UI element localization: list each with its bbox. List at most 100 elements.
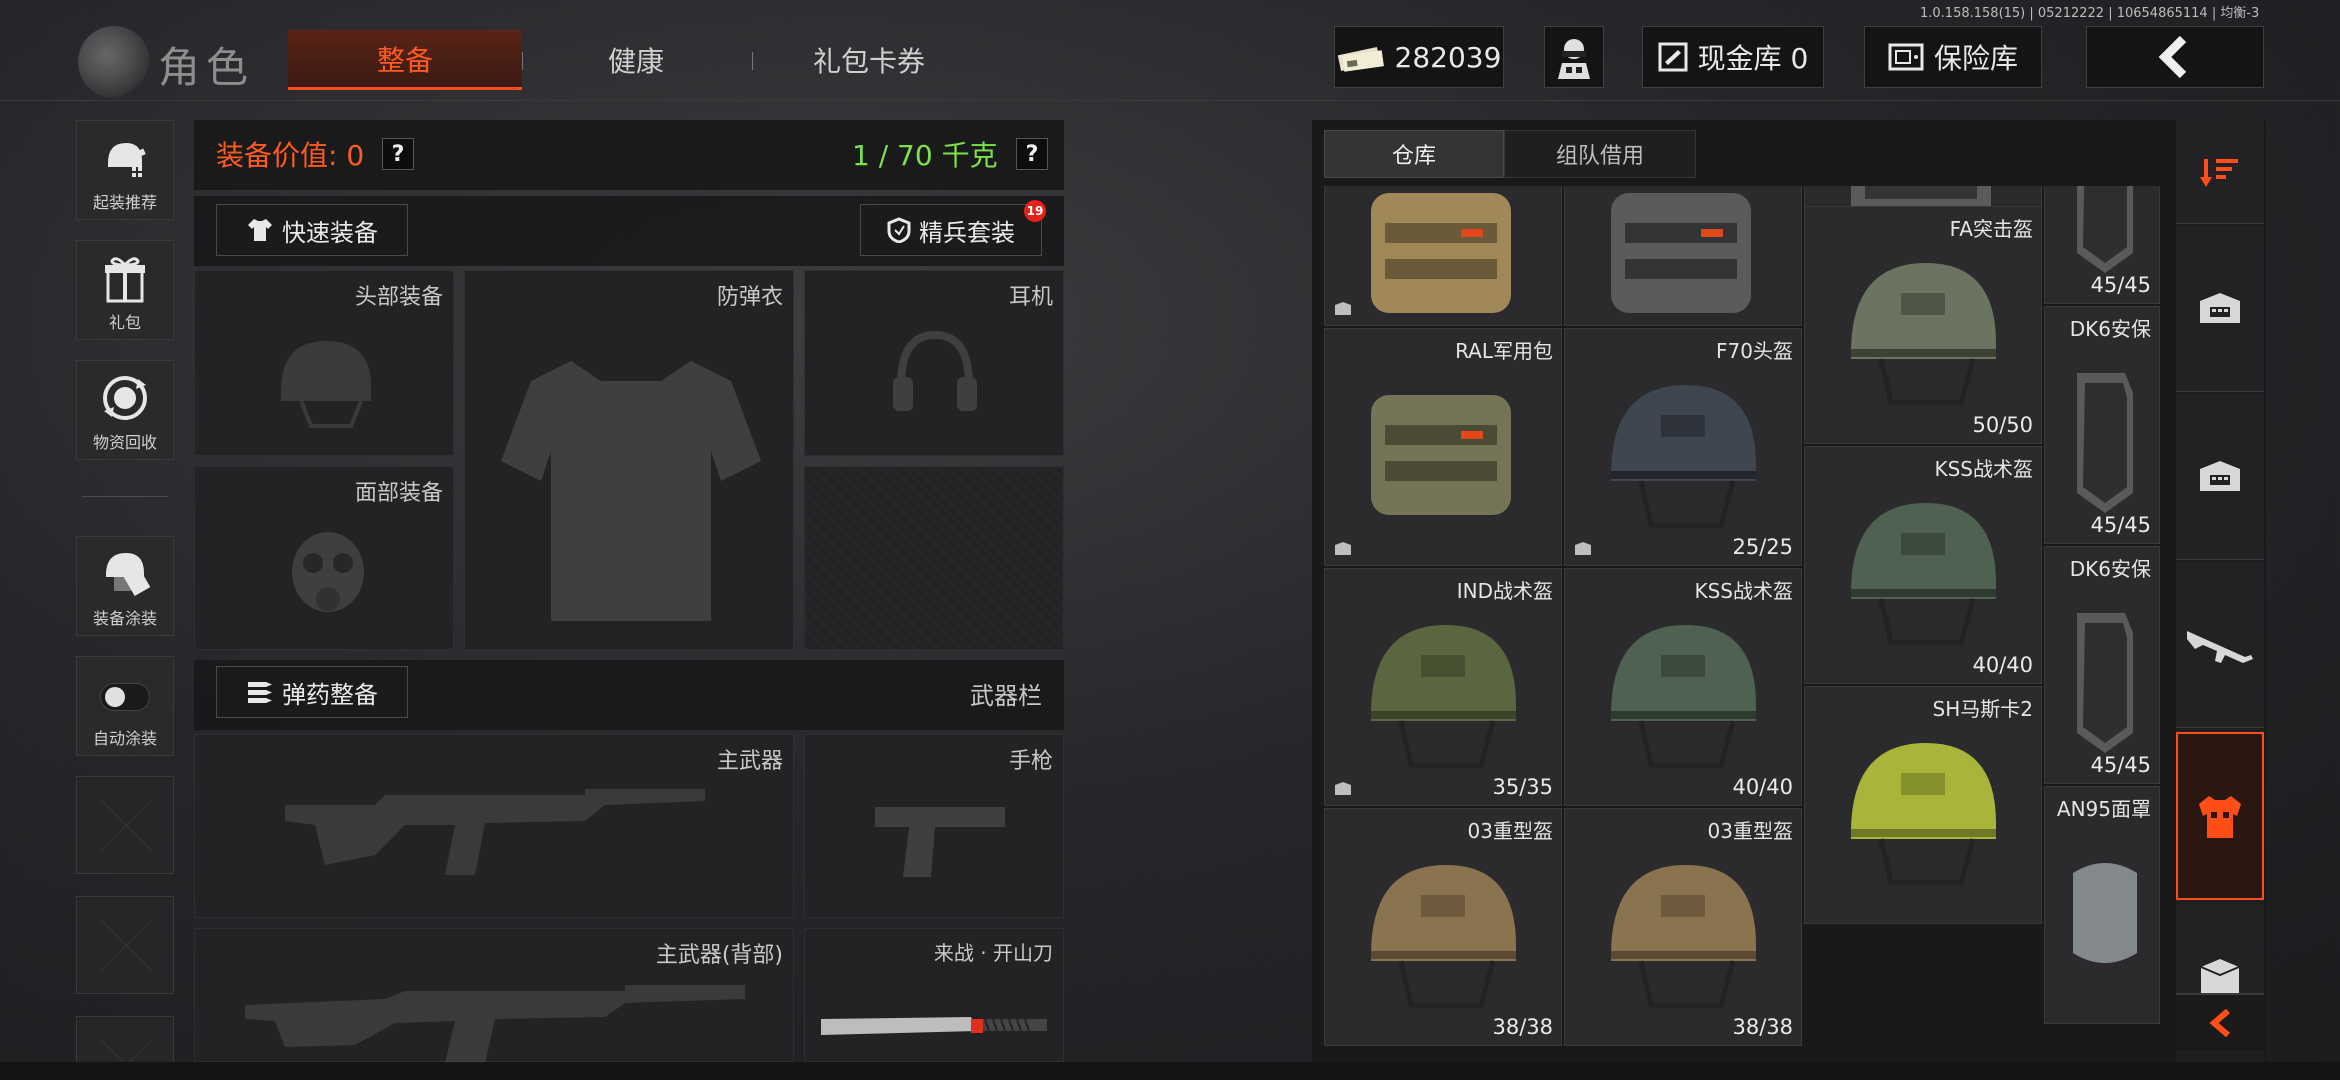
sidebar-item-label: 起装推荐 xyxy=(92,193,157,212)
rifle-silhouette-icon xyxy=(245,985,745,1063)
slot-label: 主武器 xyxy=(716,749,783,774)
item-durability: 40/40 xyxy=(1972,653,2033,677)
slot-headset[interactable]: 耳机 xyxy=(804,270,1064,456)
bottom-strip xyxy=(0,1062,2340,1080)
category-sort[interactable] xyxy=(2176,120,2264,224)
sidebar-item-label: 自动涂装 xyxy=(92,729,157,748)
header-divider xyxy=(0,100,2340,101)
cash-stack-icon xyxy=(1337,47,1384,72)
item-name: RAL军用包 xyxy=(1455,339,1553,363)
item-tag-icon xyxy=(1575,542,1591,555)
item-tag-icon xyxy=(1335,302,1351,315)
inventory-item[interactable]: KSS战术盔 40/40 xyxy=(1564,568,1802,806)
sidebar-item-label: 装备涂装 xyxy=(92,609,157,628)
sidebar-item-skin[interactable]: 装备涂装 xyxy=(76,536,174,636)
soldier-profile-button[interactable] xyxy=(1544,26,1604,88)
safe-button[interactable]: 保险库 xyxy=(1864,26,2042,88)
ammo-label: 弹药整备 xyxy=(282,680,378,709)
helmet-green-icon xyxy=(1851,503,1996,646)
slot-primary-weapon-back[interactable]: 主武器(背部) xyxy=(194,928,794,1063)
category-crate[interactable] xyxy=(2176,394,2264,560)
back-button[interactable] xyxy=(2086,26,2264,88)
inventory-item[interactable]: 03重型盔 38/38 xyxy=(1564,808,1802,1046)
inventory-item[interactable]: F70头盔 25/25 xyxy=(1564,328,1802,566)
slot-melee[interactable]: 来战 · 开山刀 xyxy=(804,928,1064,1062)
helmet-tan-icon xyxy=(1371,865,1516,1008)
sidebar-empty-slot xyxy=(76,896,174,994)
inventory-item[interactable]: FA突击盔 50/50 xyxy=(1804,206,2042,444)
quick-equip-button[interactable]: 快速装备 xyxy=(216,204,408,256)
slot-label: 来战 · 开山刀 xyxy=(933,941,1053,965)
inventory-item[interactable]: KSS战术盔 40/40 xyxy=(1804,446,2042,684)
item-durability: 45/45 xyxy=(2090,753,2151,777)
category-crate[interactable] xyxy=(2176,226,2264,392)
globe-logo-icon xyxy=(78,26,150,98)
sidebar-item-label: 物资回收 xyxy=(92,433,157,452)
item-durability: 25/25 xyxy=(1732,535,1793,559)
soldier-icon xyxy=(1558,39,1590,79)
item-tag-icon xyxy=(1335,782,1351,795)
recycle-icon xyxy=(103,376,147,420)
tab-maintenance[interactable]: 整备 xyxy=(288,30,522,90)
elite-set-label: 精兵套装 xyxy=(919,218,1015,247)
sidebar-item-loadout-recommend[interactable]: 起装推荐 xyxy=(76,120,174,220)
inventory-item[interactable]: AN95面罩 xyxy=(2044,786,2160,1024)
slot-primary-weapon[interactable]: 主武器 xyxy=(194,734,794,918)
inventory-item[interactable]: 03重型盔 38/38 xyxy=(1324,808,1562,1046)
elite-set-button[interactable]: 精兵套装 xyxy=(860,204,1042,256)
inventory-item[interactable]: SH马斯卡2 xyxy=(1804,686,2042,924)
item-name: IND战术盔 xyxy=(1456,579,1553,603)
item-durability: 50/50 xyxy=(1972,413,2033,437)
inventory-item[interactable] xyxy=(1564,186,1802,326)
chevron-left-icon xyxy=(2158,35,2187,79)
sidebar-item-auto-skin[interactable]: 自动涂装 xyxy=(76,656,174,756)
ammo-button[interactable]: 弹药整备 xyxy=(216,666,408,718)
tab-team-borrow[interactable]: 组队借用 xyxy=(1504,130,1696,178)
inventory-item[interactable]: DK6安保45/45 xyxy=(2044,546,2160,784)
box-icon xyxy=(2200,959,2240,993)
slot-face-gear[interactable]: 面部装备 xyxy=(194,466,454,650)
sort-icon xyxy=(2200,158,2238,187)
item-name: F70头盔 xyxy=(1716,339,1793,363)
helmet-tan-icon xyxy=(1611,865,1756,1008)
shirt-icon xyxy=(248,219,272,241)
value-help-icon[interactable]: ? xyxy=(382,138,414,170)
tab-health[interactable]: 健康 xyxy=(524,30,748,90)
weapon-bar-label: 武器栏 xyxy=(970,682,1042,710)
gift-icon xyxy=(105,257,145,303)
weight-help-icon[interactable]: ? xyxy=(1016,138,1048,170)
item-durability: 40/40 xyxy=(1732,775,1793,799)
sidebar-item-recycle[interactable]: 物资回收 xyxy=(76,360,174,460)
tab-warehouse[interactable]: 仓库 xyxy=(1324,130,1504,178)
crate-icon xyxy=(2200,460,2240,491)
item-name: AN95面罩 xyxy=(2056,797,2151,821)
item-name: DK6安保 xyxy=(2069,317,2151,341)
category-armor[interactable] xyxy=(2176,732,2264,900)
sidebar-item-gift[interactable]: 礼包 xyxy=(76,240,174,340)
cash-vault-button[interactable]: 现金库 0 xyxy=(1642,26,1824,88)
inventory-item[interactable]: DK6安保45/45 xyxy=(2044,306,2160,544)
category-weapons[interactable] xyxy=(2176,562,2264,728)
slot-pistol[interactable]: 手枪 xyxy=(804,734,1064,918)
paint-helmet-icon xyxy=(106,553,150,597)
notification-badge: 19 xyxy=(1024,200,1046,222)
inventory-item[interactable]: DK6安保45/45 xyxy=(2044,186,2160,304)
category-box[interactable] xyxy=(2176,904,2264,994)
inventory-item[interactable]: RAL军用包 xyxy=(1324,328,1562,566)
slot-body-armor[interactable]: 防弹衣 xyxy=(464,270,794,650)
collapse-button[interactable] xyxy=(2176,994,2264,1050)
slot-label: 面部装备 xyxy=(354,481,443,506)
slot-head-gear[interactable]: 头部装备 xyxy=(194,270,454,456)
auto-skin-toggle[interactable] xyxy=(100,683,150,711)
rifle-silhouette-icon xyxy=(285,789,705,875)
equipment-value: 装备价值: 0 xyxy=(216,139,365,172)
helmet-olive-icon xyxy=(1851,263,1996,406)
inventory-item[interactable]: IND战术盔 35/35 xyxy=(1324,568,1562,806)
safe-label: 保险库 xyxy=(1933,42,2018,75)
currency-display[interactable]: 282039 xyxy=(1334,26,1504,88)
inventory-item[interactable] xyxy=(1324,186,1562,326)
warehouse-grid[interactable]: RUSH战术包 DK6安保45/45 RAL军用包 F70头盔25/25 FA突… xyxy=(1324,186,2160,1062)
slot-label: 防弹衣 xyxy=(716,285,783,310)
tab-gift-coupons[interactable]: 礼包卡券 xyxy=(754,30,984,90)
item-name: KSS战术盔 xyxy=(1694,579,1793,603)
